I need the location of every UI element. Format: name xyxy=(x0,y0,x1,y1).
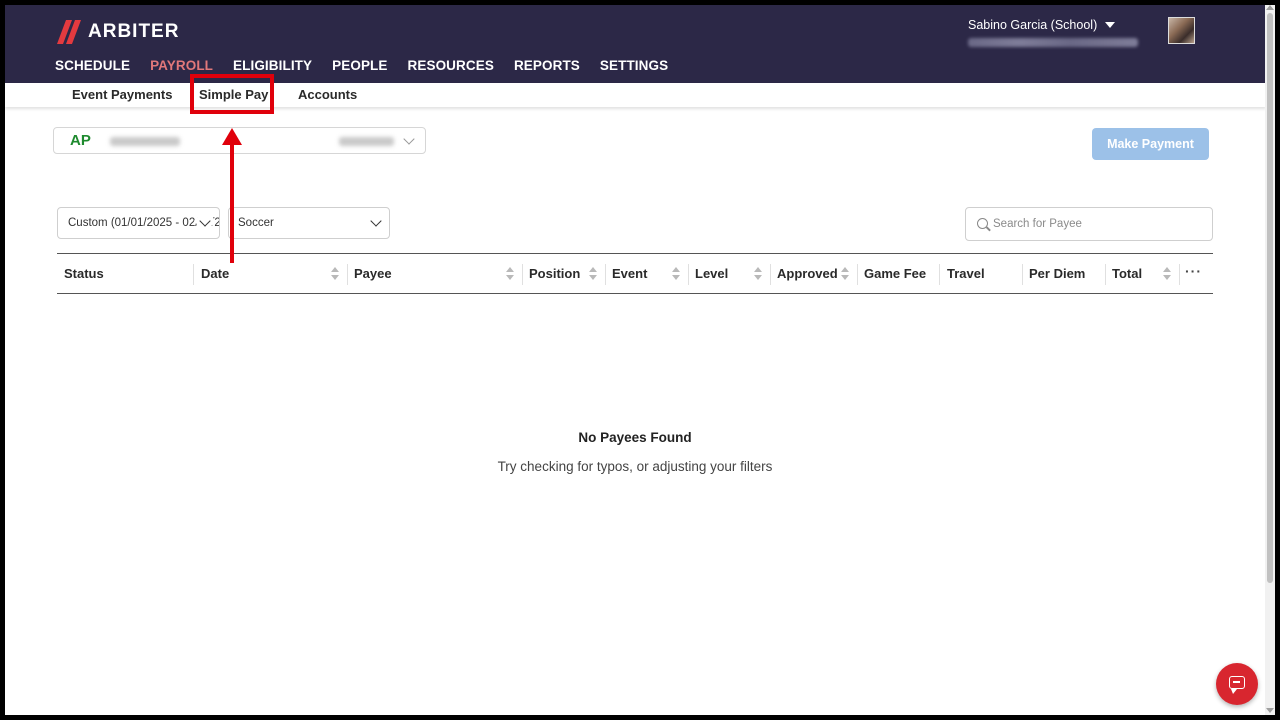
annotation-highlight-box xyxy=(190,74,274,114)
scroll-up-arrow-icon[interactable] xyxy=(1266,5,1274,10)
nav-people[interactable]: PEOPLE xyxy=(332,58,387,73)
date-range-select[interactable]: Custom (01/01/2025 - 02/04/2025) xyxy=(57,207,220,239)
column-divider xyxy=(1179,264,1180,285)
nav-payroll[interactable]: PAYROLL xyxy=(150,58,213,73)
sort-icon[interactable] xyxy=(589,267,597,281)
sport-select[interactable]: Soccer xyxy=(228,207,390,239)
nav-reports[interactable]: REPORTS xyxy=(514,58,580,73)
column-level[interactable]: Level xyxy=(695,266,728,281)
avatar[interactable] xyxy=(1168,17,1195,44)
column-divider xyxy=(688,264,689,285)
column-payee[interactable]: Payee xyxy=(354,266,392,281)
column-game-fee[interactable]: Game Fee xyxy=(864,266,926,281)
chevron-down-icon[interactable] xyxy=(403,133,415,145)
sport-value: Soccer xyxy=(238,217,274,229)
sort-icon[interactable] xyxy=(1163,267,1171,281)
search-input[interactable] xyxy=(993,214,1203,234)
date-range-value: Custom (01/01/2025 - 02/04/2025) xyxy=(68,217,219,229)
column-divider xyxy=(770,264,771,285)
more-options-icon[interactable]: ··· xyxy=(1185,263,1202,279)
nav-schedule[interactable]: SCHEDULE xyxy=(55,58,130,73)
empty-state-subtitle: Try checking for typos, or adjusting you… xyxy=(497,459,773,474)
column-approved[interactable]: Approved xyxy=(777,266,838,281)
sort-icon[interactable] xyxy=(331,267,339,281)
account-code: AP xyxy=(70,132,91,149)
column-divider xyxy=(347,264,348,285)
arbiter-logo[interactable]: ARBITER xyxy=(57,20,179,44)
sort-icon[interactable] xyxy=(754,267,762,281)
nav-eligibility[interactable]: ELIGIBILITY xyxy=(233,58,312,73)
user-menu[interactable]: Sabino Garcia (School) xyxy=(968,18,1138,47)
make-payment-button[interactable]: Make Payment xyxy=(1092,128,1209,160)
page-scrollbar[interactable] xyxy=(1265,5,1275,715)
column-status[interactable]: Status xyxy=(64,266,104,281)
column-divider xyxy=(605,264,606,285)
column-event[interactable]: Event xyxy=(612,266,647,281)
chat-icon xyxy=(1229,676,1245,694)
caret-down-icon[interactable] xyxy=(1105,22,1116,28)
chevron-down-icon[interactable] xyxy=(370,215,382,227)
column-total[interactable]: Total xyxy=(1112,266,1142,281)
user-name: Sabino Garcia (School) xyxy=(968,18,1098,32)
scrollbar-thumb[interactable] xyxy=(1267,13,1273,583)
tab-accounts[interactable]: Accounts xyxy=(298,87,357,102)
column-position[interactable]: Position xyxy=(529,266,580,281)
sort-icon[interactable] xyxy=(506,267,514,281)
column-travel[interactable]: Travel xyxy=(947,266,985,281)
scroll-down-arrow-icon[interactable] xyxy=(1266,708,1274,713)
top-header: ARBITER SCHEDULE PAYROLL ELIGIBILITY PEO… xyxy=(5,5,1266,83)
annotation-arrow-shaft xyxy=(230,143,234,263)
sort-icon[interactable] xyxy=(672,267,680,281)
nav-resources[interactable]: RESOURCES xyxy=(408,58,494,73)
column-divider xyxy=(1022,264,1023,285)
payee-search[interactable] xyxy=(965,207,1213,241)
search-icon xyxy=(977,218,988,229)
account-balance-redacted xyxy=(339,137,394,146)
column-divider xyxy=(857,264,858,285)
column-divider xyxy=(193,264,194,285)
arbiter-logo-mark-icon xyxy=(57,20,81,44)
column-date[interactable]: Date xyxy=(201,266,229,281)
column-divider xyxy=(522,264,523,285)
nav-settings[interactable]: SETTINGS xyxy=(600,58,668,73)
account-number-redacted xyxy=(110,137,180,146)
column-divider xyxy=(1105,264,1106,285)
user-details-redacted xyxy=(968,38,1138,47)
brand-name: ARBITER xyxy=(88,21,180,42)
sort-icon[interactable] xyxy=(841,267,849,281)
tab-event-payments[interactable]: Event Payments xyxy=(72,87,172,102)
empty-state-title: No Payees Found xyxy=(578,430,692,445)
chat-button[interactable] xyxy=(1216,663,1258,705)
column-divider xyxy=(939,264,940,285)
main-navigation: SCHEDULE PAYROLL ELIGIBILITY PEOPLE RESO… xyxy=(55,58,688,73)
column-per-diem[interactable]: Per Diem xyxy=(1029,266,1085,281)
